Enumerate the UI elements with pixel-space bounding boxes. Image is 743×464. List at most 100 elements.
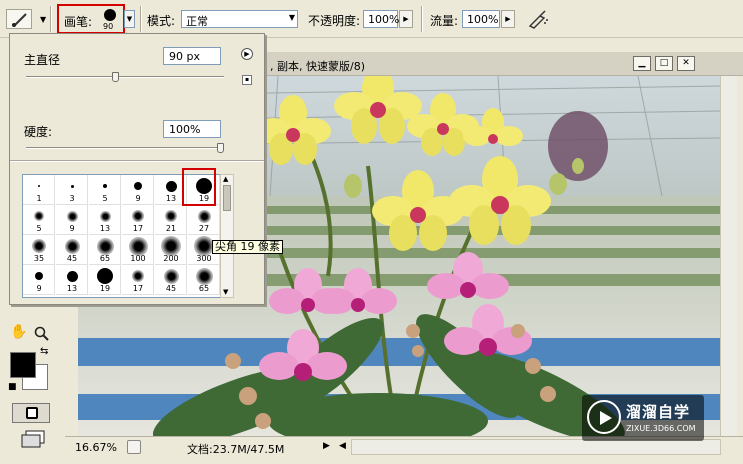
brush-preset-cell[interactable]: 1 — [23, 175, 55, 205]
hardness-slider-thumb[interactable] — [217, 143, 224, 153]
brush-tip-icon — [97, 268, 113, 284]
brush-preset-size: 13 — [66, 284, 78, 293]
brush-tip-icon — [65, 239, 80, 254]
flow-label: 流量: — [430, 14, 459, 28]
brush-preset-size: 300 — [196, 254, 212, 263]
brush-preset-cell[interactable]: 200 — [155, 235, 187, 265]
brush-tip-icon — [71, 185, 74, 188]
maximize-button[interactable]: □ — [655, 56, 673, 71]
brush-preset-size: 9 — [135, 194, 141, 203]
brush-preview-icon — [104, 9, 116, 21]
scroll-down-icon[interactable]: ▼ — [223, 288, 228, 296]
separator — [140, 6, 142, 32]
brush-preset-cell[interactable]: 45 — [56, 235, 88, 265]
brush-preset-cell[interactable]: 5 — [89, 175, 121, 205]
preset-tooltip: 尖角 19 像素 — [212, 240, 283, 254]
brush-preset-cell[interactable]: 35 — [23, 235, 55, 265]
hardness-label: 硬度: — [24, 125, 53, 139]
brush-preset-size: 200 — [163, 254, 179, 263]
brush-tip-icon — [32, 239, 46, 253]
brush-tip-icon — [34, 211, 44, 221]
brush-preset-cell[interactable]: 19 — [89, 265, 121, 295]
brush-picker-dropdown-icon[interactable]: ▼ — [124, 10, 135, 28]
panel-divider — [10, 160, 264, 162]
brush-tip-icon — [132, 270, 144, 282]
opacity-label: 不透明度: — [308, 14, 361, 28]
brush-tip-icon — [165, 210, 177, 222]
brush-tip-icon — [194, 236, 214, 256]
brush-preset-size: 1 — [36, 194, 42, 203]
flow-input[interactable]: 100% — [462, 10, 500, 28]
brush-preset-size: 35 — [33, 254, 45, 263]
brush-preset-cell[interactable]: 13 — [56, 265, 88, 295]
preset-scrollbar[interactable]: ▲ ▼ — [220, 174, 234, 298]
brush-picker[interactable]: 画笔: 90 — [57, 4, 125, 34]
panel-options-icon[interactable]: ▪ — [242, 75, 252, 85]
brush-preset-size: 65 — [198, 284, 210, 293]
brush-preset-cell[interactable]: 9 — [122, 175, 154, 205]
brush-tool-preset-button[interactable] — [6, 9, 32, 29]
tool-preset-dropdown-icon[interactable]: ▼ — [40, 15, 46, 24]
swap-colors-icon[interactable]: ⇆ — [40, 346, 48, 357]
hardness-slider[interactable] — [26, 143, 224, 153]
brush-preset-cell[interactable]: 5 — [23, 205, 55, 235]
brush-preset-cell[interactable]: 21 — [155, 205, 187, 235]
brush-preset-size: 100 — [130, 254, 146, 263]
quick-mask-mode-button[interactable] — [12, 403, 50, 423]
scroll-up-icon[interactable]: ▲ — [223, 175, 228, 183]
brush-size: 90 — [103, 22, 114, 31]
brush-preset-size: 45 — [66, 254, 78, 263]
brush-preset-size: 17 — [132, 224, 144, 233]
brush-tip-icon — [164, 269, 179, 284]
brush-preset-cell[interactable]: 9 — [23, 265, 55, 295]
diameter-slider-thumb[interactable] — [112, 72, 119, 82]
scroll-left-arrow-icon[interactable]: ◀ — [339, 441, 346, 451]
brush-tip-icon — [103, 184, 107, 188]
brush-preset-cell[interactable]: 3 — [56, 175, 88, 205]
hand-tool-icon[interactable]: ✋ — [10, 324, 27, 340]
close-button[interactable]: ✕ — [677, 56, 695, 71]
diameter-slider[interactable] — [26, 72, 224, 82]
quick-mask-icon — [26, 407, 38, 419]
brush-preset-cell[interactable]: 65 — [89, 235, 121, 265]
brush-preset-cell[interactable]: 65 — [188, 265, 220, 295]
flow-slider-button[interactable]: ▶ — [501, 10, 515, 28]
brush-preset-cell[interactable]: 27 — [188, 205, 220, 235]
brush-preset-cell[interactable]: 100 — [122, 235, 154, 265]
mode-value: 正常 — [186, 15, 208, 28]
selected-preset-highlight — [182, 168, 216, 206]
panel-menu-icon[interactable]: ▶ — [241, 48, 253, 60]
opacity-value: 100% — [368, 13, 400, 26]
brush-preset-size: 5 — [36, 224, 42, 233]
brush-preset-cell[interactable]: 9 — [56, 205, 88, 235]
brush-tip-icon — [38, 185, 40, 187]
separator — [421, 6, 423, 32]
diameter-input[interactable]: 90 px — [163, 47, 221, 65]
screen-mode-icon[interactable] — [20, 429, 48, 449]
mode-select[interactable]: 正常 ▼ — [181, 10, 298, 28]
brush-preset-cell[interactable]: 17 — [122, 265, 154, 295]
brush-tip-icon — [132, 210, 144, 222]
opacity-input[interactable]: 100% — [363, 10, 400, 28]
default-colors-icon[interactable]: ■ — [8, 382, 17, 392]
watermark-url: ZIXUE.3D66.COM — [626, 424, 696, 433]
brush-preset-size: 13 — [99, 224, 111, 233]
foreground-color-swatch[interactable] — [10, 352, 36, 378]
zoom-info-icon[interactable] — [127, 440, 141, 454]
airbrush-icon[interactable] — [527, 9, 549, 29]
horizontal-scrollbar[interactable] — [351, 439, 721, 455]
minimize-button[interactable]: ▁ — [633, 56, 651, 71]
brush-icon — [12, 13, 27, 27]
zoom-level[interactable]: 16.67% — [75, 441, 117, 454]
preset-scrollbar-thumb[interactable] — [223, 185, 231, 211]
status-menu-arrow-icon[interactable]: ▶ — [323, 441, 330, 451]
brush-preset-cell[interactable]: 17 — [122, 205, 154, 235]
zoom-tool-icon[interactable] — [34, 326, 50, 342]
opacity-slider-button[interactable]: ▶ — [399, 10, 413, 28]
watermark-logo: 溜溜自学 ZIXUE.3D66.COM — [582, 395, 704, 441]
brush-preset-cell[interactable]: 45 — [155, 265, 187, 295]
brush-preset-size: 65 — [99, 254, 111, 263]
hardness-input[interactable]: 100% — [163, 120, 221, 138]
vertical-scrollbar[interactable] — [720, 76, 737, 436]
brush-preset-cell[interactable]: 13 — [89, 205, 121, 235]
